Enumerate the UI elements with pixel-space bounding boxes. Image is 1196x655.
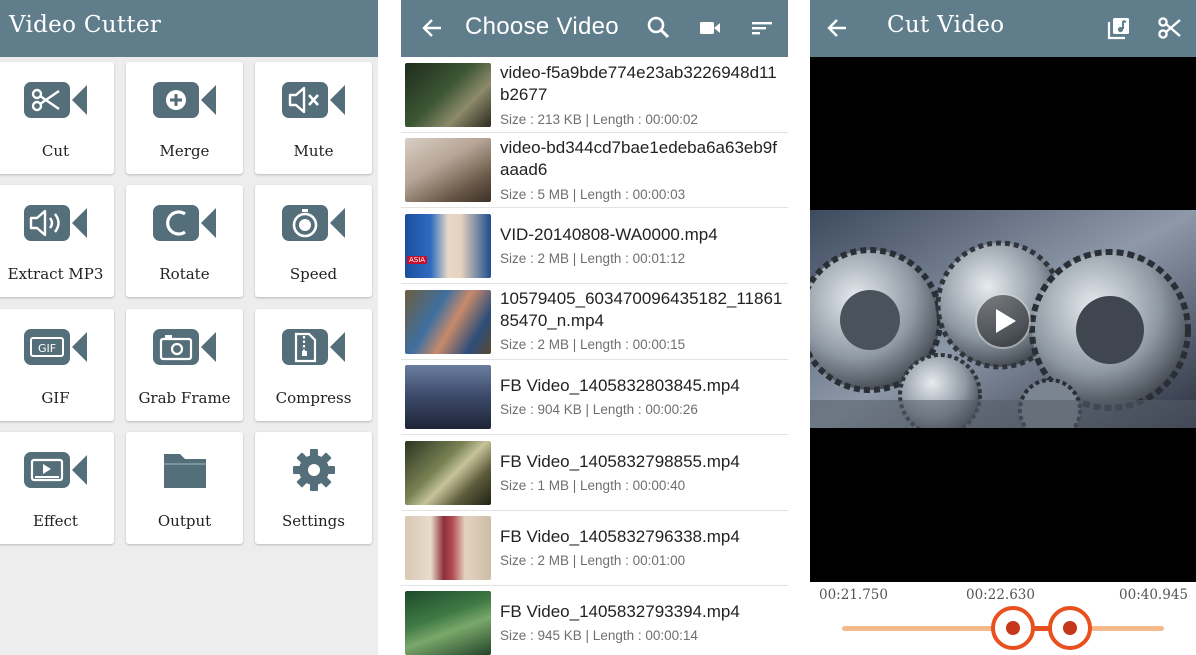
video-thumbnail: [405, 441, 491, 505]
video-thumbnail: [405, 365, 491, 429]
zip-file-icon: [282, 329, 345, 365]
video-camera-icon[interactable]: [697, 15, 723, 41]
video-meta: Size : 213 KB | Length : 00:00:02: [500, 112, 698, 127]
end-time: 00:40.945: [1119, 587, 1188, 603]
video-name: FB Video_1405832798855.mp4: [500, 452, 740, 471]
tile-label: Output: [157, 512, 212, 530]
video-name: FB Video_1405832796338.mp4: [500, 527, 740, 546]
list-item[interactable]: video-f5a9bde774e23ab3226948d11b2677 Siz…: [401, 58, 788, 133]
video-meta: Size : 1 MB | Length : 00:00:40: [500, 478, 686, 493]
video-name: VID-20140808-WA0000.mp4: [500, 225, 718, 244]
tile-label: Grab Frame: [138, 389, 231, 407]
mute-tile[interactable]: Mute: [255, 62, 372, 174]
video-thumbnail: [405, 591, 491, 655]
rotate-icon: [153, 205, 216, 241]
tile-label: Compress: [275, 389, 352, 407]
cut-video-screen: Cut Video 00:21.750 00:22.630 00:40.945: [810, 0, 1196, 655]
folder-icon: [164, 454, 206, 488]
home-app-bar: Video Cutter: [0, 0, 378, 57]
trim-start-handle[interactable]: [990, 606, 1035, 650]
video-meta: Size : 2 MB | Length : 00:01:00: [500, 553, 686, 568]
screen-title: Choose Video: [465, 13, 619, 40]
scissors-icon: [24, 82, 87, 118]
list-item[interactable]: ASIA VID-20140808-WA0000.mp4 Size : 2 MB…: [401, 208, 788, 284]
gif-icon: GIF: [24, 329, 87, 365]
channel-badge: ASIA: [407, 256, 428, 264]
trim-end-handle[interactable]: [1048, 606, 1093, 650]
stopwatch-icon: [282, 205, 345, 241]
effect-tile[interactable]: Effect: [0, 432, 114, 544]
tile-label: Merge: [159, 142, 210, 160]
cut-video-app-bar: Cut Video: [810, 0, 1196, 57]
video-thumbnail: [405, 290, 491, 354]
camera-icon: [153, 329, 216, 365]
start-time: 00:21.750: [819, 587, 888, 603]
list-item[interactable]: FB Video_1405832803845.mp4 Size : 904 KB…: [401, 360, 788, 435]
list-item[interactable]: video-bd344cd7bae1edeba6a63eb9faaad6 Siz…: [401, 133, 788, 208]
trim-timeline: 00:21.750 00:22.630 00:40.945: [810, 582, 1196, 655]
gear-icon: [293, 449, 335, 491]
tile-label: Effect: [33, 512, 78, 530]
video-name: 10579405_603470096435182_1186185470_n.mp…: [500, 289, 783, 330]
play-icon[interactable]: [974, 292, 1032, 350]
grab-frame-tile[interactable]: Grab Frame: [126, 309, 243, 421]
video-thumbnail: [405, 516, 491, 580]
tile-label: Mute: [293, 142, 334, 160]
settings-tile[interactable]: Settings: [255, 432, 372, 544]
list-item[interactable]: 10579405_603470096435182_1186185470_n.mp…: [401, 284, 788, 360]
video-meta: Size : 945 KB | Length : 00:00:14: [500, 628, 698, 643]
output-tile[interactable]: Output: [126, 432, 243, 544]
merge-plus-icon: [153, 82, 216, 118]
back-arrow-icon[interactable]: [421, 17, 443, 39]
extract-mp3-tile[interactable]: Extract MP3: [0, 185, 114, 297]
tile-label: Speed: [289, 265, 338, 283]
video-meta: Size : 5 MB | Length : 00:00:03: [500, 187, 686, 202]
sort-icon[interactable]: [749, 15, 775, 41]
tile-label: Extract MP3: [7, 265, 104, 283]
merge-tile[interactable]: Merge: [126, 62, 243, 174]
current-time: 00:22.630: [966, 587, 1035, 603]
choose-video-screen: Choose Video video-f5a9bde774e23ab322694…: [401, 0, 788, 655]
video-name: FB Video_1405832803845.mp4: [500, 376, 740, 395]
mute-icon: [282, 82, 345, 118]
svg-text:GIF: GIF: [38, 342, 56, 355]
video-preview[interactable]: [810, 210, 1196, 428]
video-meta: Size : 2 MB | Length : 00:00:15: [500, 337, 686, 352]
gif-tile[interactable]: GIF GIF: [0, 309, 114, 421]
choose-video-app-bar: Choose Video: [401, 0, 788, 57]
tile-label: GIF: [41, 389, 70, 407]
compress-tile[interactable]: Compress: [255, 309, 372, 421]
rotate-tile[interactable]: Rotate: [126, 185, 243, 297]
speaker-icon: [24, 205, 87, 241]
music-library-icon[interactable]: [1106, 15, 1132, 41]
list-item[interactable]: FB Video_1405832796338.mp4 Size : 2 MB |…: [401, 511, 788, 586]
video-name: video-f5a9bde774e23ab3226948d11b2677: [500, 63, 777, 104]
back-arrow-icon[interactable]: [826, 17, 848, 39]
tile-label: Cut: [41, 142, 70, 160]
list-item[interactable]: FB Video_1405832793394.mp4 Size : 945 KB…: [401, 586, 788, 655]
effect-icon: [24, 452, 87, 488]
video-meta: Size : 2 MB | Length : 00:01:12: [500, 251, 686, 266]
video-thumbnail: [405, 138, 491, 202]
video-meta: Size : 904 KB | Length : 00:00:26: [500, 402, 698, 417]
list-item[interactable]: FB Video_1405832798855.mp4 Size : 1 MB |…: [401, 435, 788, 511]
home-screen: Video Cutter Cut Merge Mute Extract MP3 …: [0, 0, 378, 655]
scissors-icon[interactable]: [1157, 15, 1183, 41]
search-icon[interactable]: [646, 15, 672, 41]
video-name: FB Video_1405832793394.mp4: [500, 602, 740, 621]
screen-title: Cut Video: [887, 12, 1005, 38]
video-thumbnail: ASIA: [405, 214, 491, 278]
tile-label: Rotate: [159, 265, 210, 283]
app-title: Video Cutter: [9, 12, 162, 38]
tile-label: Settings: [282, 512, 345, 530]
speed-tile[interactable]: Speed: [255, 185, 372, 297]
video-name: video-bd344cd7bae1edeba6a63eb9faaad6: [500, 138, 777, 179]
video-thumbnail: [405, 63, 491, 127]
cut-tile[interactable]: Cut: [0, 62, 114, 174]
